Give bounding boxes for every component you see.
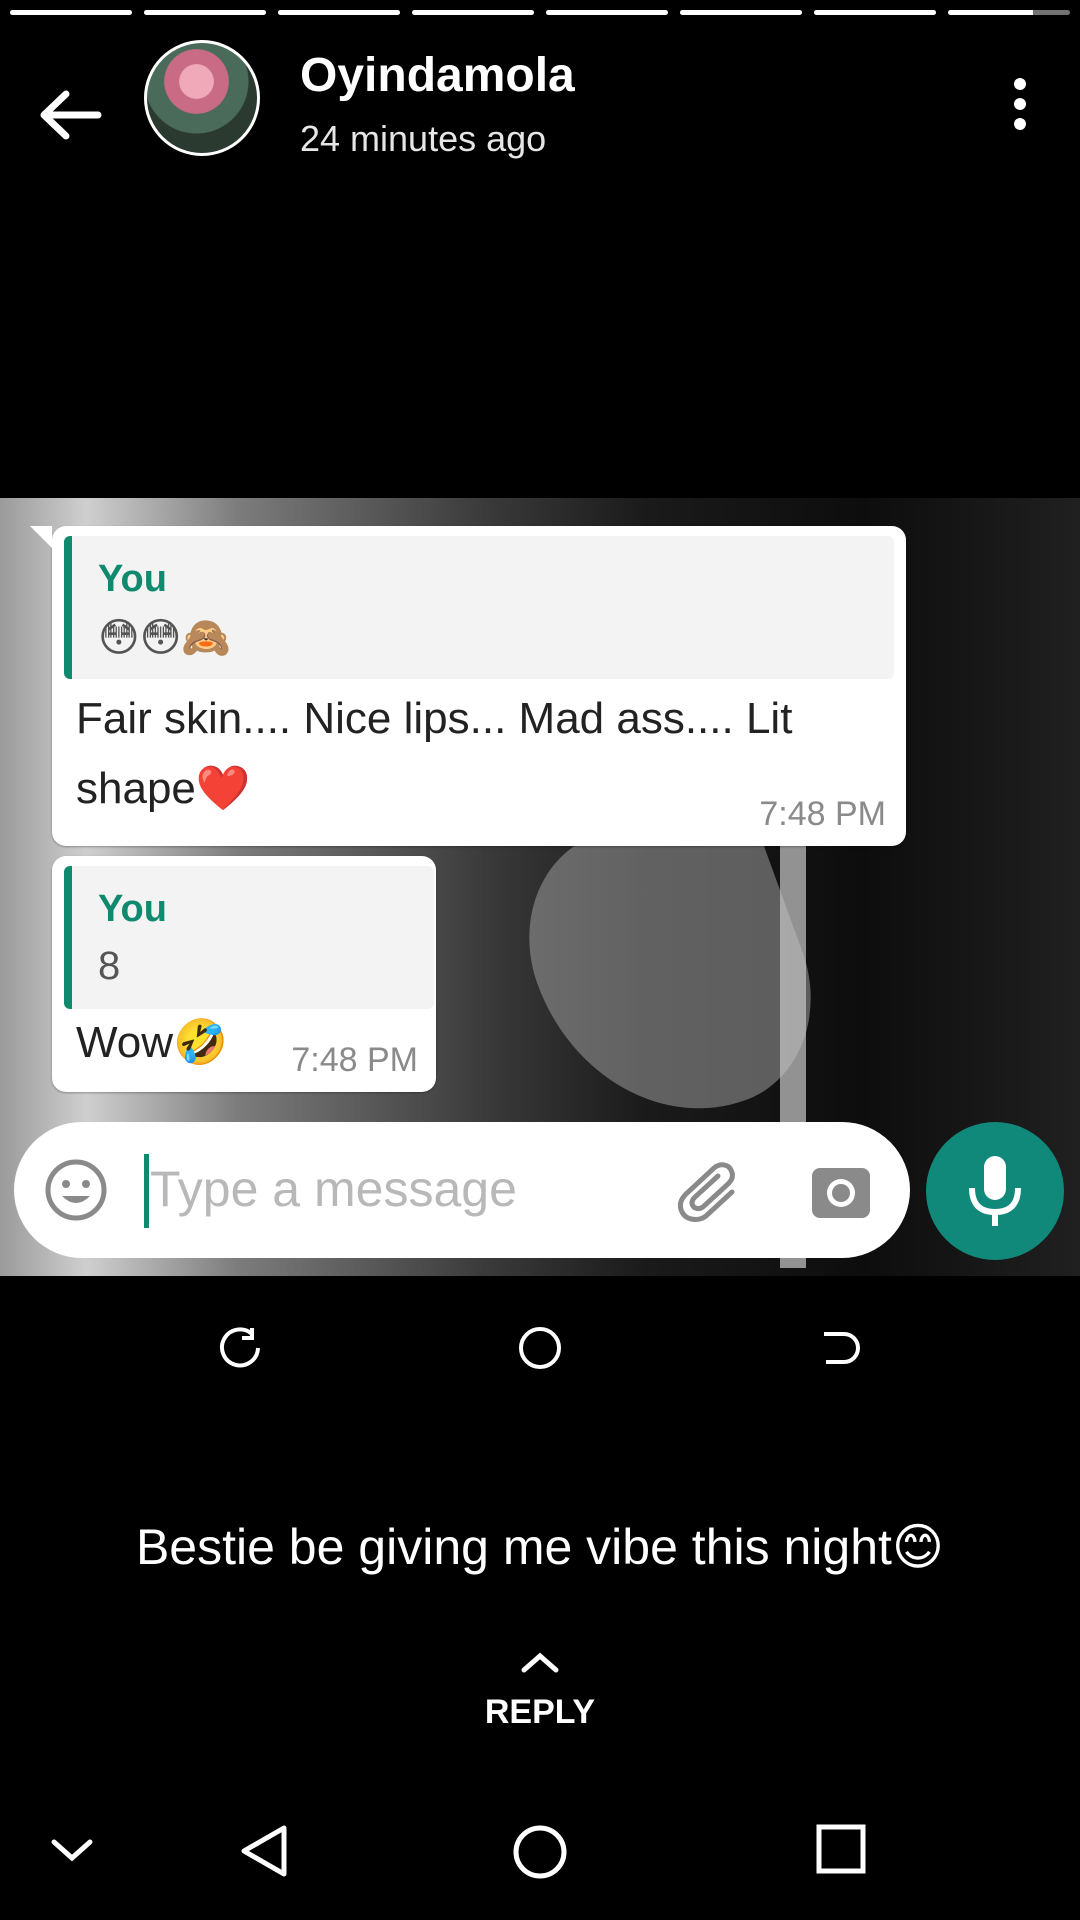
microphone-icon xyxy=(926,1122,1064,1260)
progress-segment xyxy=(680,10,802,15)
quoted-message: You 😳😳🙈 xyxy=(64,536,894,679)
contact-name[interactable]: Oyindamola xyxy=(300,48,575,103)
reply-button[interactable]: REPLY xyxy=(0,1650,1080,1732)
message-bubble: You 😳😳🙈 Fair skin.... Nice lips... Mad a… xyxy=(30,526,906,846)
progress-segment xyxy=(948,10,1070,15)
message-bubble: You 8 Wow🤣 7:48 PM xyxy=(52,856,436,1092)
system-nav-bar xyxy=(0,1780,1080,1920)
chevron-up-icon xyxy=(521,1652,559,1673)
nav-back-icon[interactable] xyxy=(240,1824,290,1883)
quote-author: You xyxy=(98,558,167,600)
message-input-bar: Type a message xyxy=(14,1122,910,1258)
nav-recents-icon[interactable] xyxy=(816,1824,866,1879)
text-caret xyxy=(144,1154,149,1228)
message-time: 7:48 PM xyxy=(759,795,886,833)
progress-segment xyxy=(278,10,400,15)
quoted-message: You 8 xyxy=(64,866,434,1009)
quote-text: 😳😳🙈 xyxy=(98,616,232,660)
progress-segment xyxy=(144,10,266,15)
progress-segment xyxy=(10,10,132,15)
quote-author: You xyxy=(98,888,167,930)
message-text: Wow🤣 xyxy=(76,1018,228,1067)
emoji-icon xyxy=(44,1158,108,1222)
progress-segment xyxy=(412,10,534,15)
quote-text: 8 xyxy=(98,944,121,988)
progress-segment xyxy=(546,10,668,15)
story-caption: Bestie be giving me vibe this night😊 xyxy=(135,1519,945,1575)
story-header: Oyindamola 24 minutes ago xyxy=(0,40,1080,170)
message-time: 7:48 PM xyxy=(291,1041,418,1079)
camera-icon xyxy=(810,1162,872,1220)
arrow-left-icon[interactable] xyxy=(38,90,104,140)
paperclip-icon xyxy=(674,1158,744,1224)
story-progress xyxy=(10,10,1070,15)
progress-segment xyxy=(814,10,936,15)
chevron-down-icon[interactable] xyxy=(50,1838,94,1869)
reply-label: REPLY xyxy=(484,1693,596,1731)
nav-home-icon[interactable] xyxy=(512,1824,568,1885)
story-image: You 😳😳🙈 Fair skin.... Nice lips... Mad a… xyxy=(0,498,1080,1276)
home-icon xyxy=(518,1326,562,1370)
back-icon xyxy=(818,1326,862,1370)
recent-apps-icon xyxy=(218,1326,262,1370)
message-text: Fair skin.... Nice lips... Mad ass.... L… xyxy=(76,694,793,813)
post-time: 24 minutes ago xyxy=(300,118,547,159)
more-vert-icon[interactable] xyxy=(1012,76,1028,132)
message-placeholder: Type a message xyxy=(150,1161,517,1217)
avatar[interactable] xyxy=(144,40,260,156)
captured-nav-bar xyxy=(0,1318,1080,1378)
